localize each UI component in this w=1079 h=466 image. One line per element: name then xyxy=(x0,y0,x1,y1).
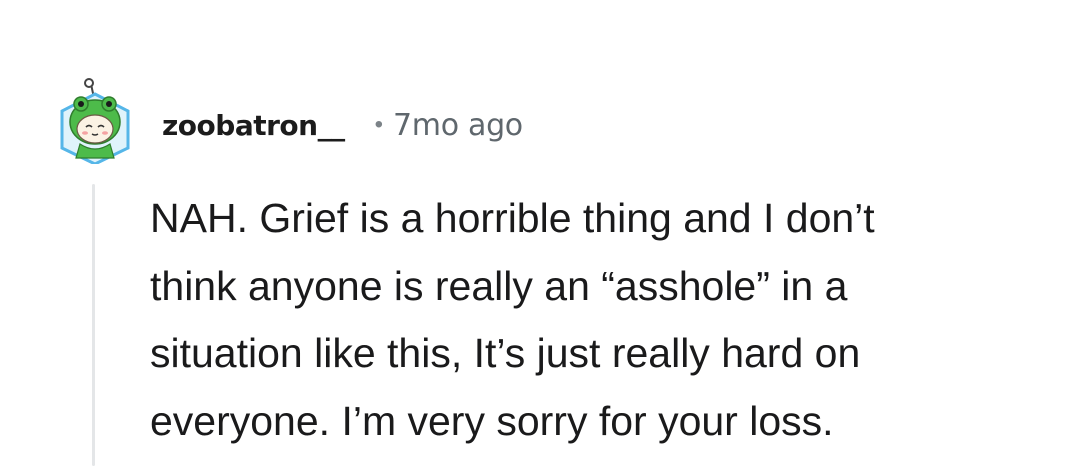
comment-body: NAH. Grief is a horrible thing and I don… xyxy=(150,195,875,444)
meta-separator: • xyxy=(374,111,383,138)
user-avatar[interactable] xyxy=(58,78,132,166)
comment-header: zoobatron__ • 7mo ago xyxy=(162,103,523,147)
comment-timestamp: 7mo ago xyxy=(392,107,523,143)
author-username[interactable]: zoobatron__ xyxy=(162,109,345,142)
comment: zoobatron__ • 7mo ago NAH. Grief is a ho… xyxy=(0,0,1079,466)
snoo-avatar-frog-hood-icon xyxy=(60,78,130,166)
thread-collapse-line[interactable] xyxy=(92,184,95,466)
